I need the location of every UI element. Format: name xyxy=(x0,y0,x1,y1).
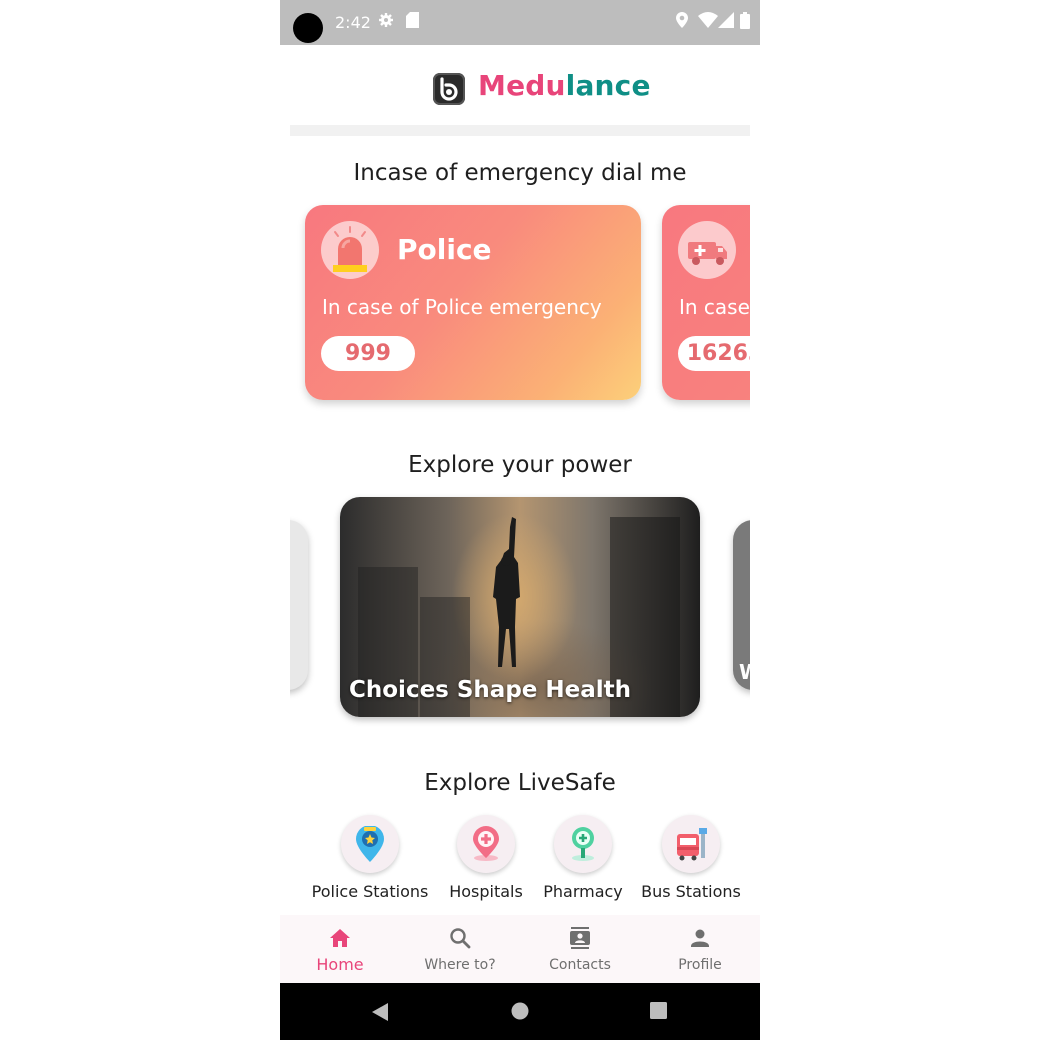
nav-where-to[interactable]: Where to? xyxy=(400,915,520,983)
sd-card-icon xyxy=(406,12,419,32)
nav-home[interactable]: Home xyxy=(280,915,400,983)
nav-contacts[interactable]: Contacts xyxy=(520,915,640,983)
bottom-navigation: Home Where to? Contacts Profile xyxy=(280,915,760,983)
settings-icon xyxy=(378,12,394,32)
livesafe-label: Bus Stations xyxy=(641,882,741,901)
pharmacy-pin-icon xyxy=(554,815,612,873)
camera-cutout xyxy=(293,13,323,43)
police-siren-icon xyxy=(321,221,379,279)
police-station-pin-icon xyxy=(341,815,399,873)
status-bar: 2:42 xyxy=(280,0,760,45)
recents-icon[interactable] xyxy=(650,1002,667,1019)
status-time: 2:42 xyxy=(335,13,371,32)
ambulance-icon xyxy=(678,221,736,279)
power-card-caption: Choices Shape Health xyxy=(349,677,632,703)
signal-icon xyxy=(718,12,734,32)
header-divider xyxy=(290,125,750,136)
livesafe-label: Police Stations xyxy=(311,882,429,901)
ambulance-number-button[interactable]: 16263 xyxy=(678,336,750,371)
system-navigation-bar xyxy=(280,983,760,1040)
emergency-carousel[interactable]: Police In case of Police emergency 999 I… xyxy=(290,195,750,420)
power-card-next-caption: W xyxy=(739,660,750,684)
livesafe-label: Pharmacy xyxy=(543,882,623,901)
brand-part-2: lance xyxy=(565,69,651,102)
woman-silhouette-icon xyxy=(493,517,520,667)
wifi-icon xyxy=(698,12,718,32)
livesafe-pharmacy[interactable]: Pharmacy xyxy=(538,815,628,901)
emergency-section-title: Incase of emergency dial me xyxy=(353,160,687,186)
power-section-title: Explore your power xyxy=(408,452,632,478)
search-icon xyxy=(450,928,471,949)
nav-label: Where to? xyxy=(424,957,496,973)
livesafe-section-title: Explore LiveSafe xyxy=(424,770,616,796)
ambulance-card-description: In case xyxy=(679,295,750,319)
app-logo-icon xyxy=(433,73,465,105)
bus-station-icon xyxy=(662,815,720,873)
livesafe-bus-stations[interactable]: Bus Stations xyxy=(638,815,744,901)
power-card-next[interactable]: W xyxy=(733,520,750,690)
home-circle-icon[interactable] xyxy=(511,1002,529,1020)
app-brand-title: Medulance xyxy=(478,69,651,102)
location-icon xyxy=(676,12,688,32)
police-card-description: In case of Police emergency xyxy=(322,295,602,319)
power-card-previous[interactable] xyxy=(290,520,308,690)
back-icon[interactable] xyxy=(371,1002,389,1022)
livesafe-label: Hospitals xyxy=(449,882,523,901)
power-carousel[interactable]: Choices Shape Health W xyxy=(290,490,750,735)
police-card-title: Police xyxy=(397,233,492,266)
app-header: Medulance xyxy=(280,45,760,125)
profile-icon xyxy=(691,929,709,947)
brand-part-1: Medu xyxy=(478,69,566,102)
home-icon xyxy=(330,929,350,947)
livesafe-hospitals[interactable]: Hospitals xyxy=(440,815,532,901)
phone-screen: 2:42 Medulance Incase of emergency dial … xyxy=(280,0,760,1040)
nav-label: Profile xyxy=(678,957,722,973)
police-number-button[interactable]: 999 xyxy=(321,336,415,371)
hospital-pin-icon xyxy=(457,815,515,873)
contacts-icon xyxy=(570,927,590,949)
nav-label: Contacts xyxy=(549,957,611,973)
nav-profile[interactable]: Profile xyxy=(640,915,760,983)
emergency-card-police[interactable]: Police In case of Police emergency 999 xyxy=(305,205,641,400)
livesafe-police-stations[interactable]: Police Stations xyxy=(311,815,429,901)
emergency-card-ambulance[interactable]: In case 16263 xyxy=(662,205,750,400)
nav-label: Home xyxy=(316,955,364,974)
power-card-choices[interactable]: Choices Shape Health xyxy=(340,497,700,717)
battery-icon xyxy=(740,12,750,33)
